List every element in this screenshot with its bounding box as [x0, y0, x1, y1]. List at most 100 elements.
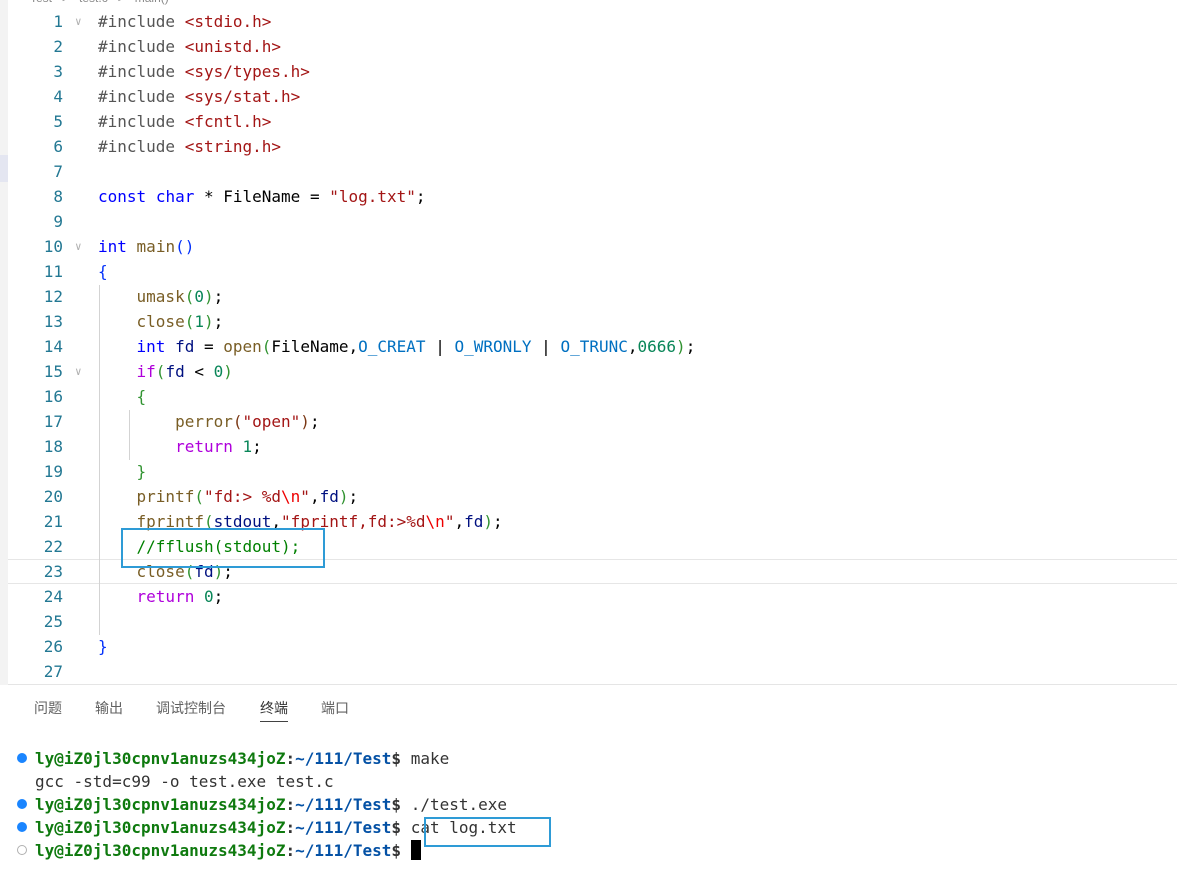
- code-token: <string.h>: [184, 137, 282, 156]
- code-line[interactable]: 10 ∨ int main(): [8, 234, 1177, 259]
- code-text: #include <sys/stat.h>: [98, 84, 300, 109]
- fold-chevron-icon[interactable]: ∨: [75, 234, 87, 259]
- code-token: 1: [242, 437, 253, 456]
- code-editor[interactable]: Test>test.c>main() 1∨#include <stdio.h>2…: [8, 0, 1177, 684]
- line-number: 14: [43, 337, 63, 356]
- panel-tab[interactable]: 问题: [34, 697, 62, 721]
- code-token: ;: [685, 337, 696, 356]
- line-number: 5: [53, 112, 63, 131]
- code-token: ): [676, 337, 686, 356]
- terminal-line-text: ly@iZ0jl30cpnv1anuzs434joZ:~/111/Test$ .…: [35, 793, 507, 816]
- code-token: =: [194, 337, 224, 356]
- line-number: 27: [43, 662, 63, 681]
- code-text: {: [98, 384, 147, 409]
- code-token: if: [136, 362, 156, 381]
- line-number: 7: [53, 162, 63, 181]
- panel-tab[interactable]: 输出: [95, 697, 123, 721]
- code-line[interactable]: 25: [8, 609, 1177, 634]
- code-token: #include: [98, 87, 185, 106]
- code-token: (: [194, 487, 204, 506]
- prompt-separator: :: [285, 841, 296, 860]
- code-line[interactable]: 18 return 1;: [8, 434, 1177, 459]
- fold-chevron-icon[interactable]: ∨: [75, 359, 87, 384]
- code-token: fd: [464, 512, 484, 531]
- code-line[interactable]: 17 perror("open");: [8, 409, 1177, 434]
- breadcrumb[interactable]: Test > test.c > main(): [30, 0, 179, 5]
- panel-tab[interactable]: 端口: [321, 697, 349, 721]
- code-token: open: [223, 337, 262, 356]
- command-pending-dot-icon[interactable]: [17, 845, 27, 855]
- bottom-panel: 问题 输出 调试控制台 终端 端口 ly@iZ0jl30cpnv1anuzs434joZ…: [8, 684, 1177, 891]
- line-number: 13: [43, 312, 63, 331]
- code-token: O_TRUNC: [560, 337, 628, 356]
- prompt-symbol: $: [391, 841, 411, 860]
- code-token: return: [175, 437, 233, 456]
- code-line[interactable]: 24 return 0;: [8, 584, 1177, 609]
- command-status-dot-icon[interactable]: [17, 799, 27, 809]
- code-line[interactable]: 9: [8, 209, 1177, 234]
- line-number: 11: [43, 262, 63, 281]
- code-token: (): [175, 237, 195, 256]
- panel-tab[interactable]: 终端: [260, 697, 288, 722]
- code-line[interactable]: 13 close(1);: [8, 309, 1177, 334]
- line-number: 3: [53, 62, 63, 81]
- prompt-user-host: ly@iZ0jl30cpnv1anuzs434joZ: [35, 818, 286, 837]
- breadcrumb-item[interactable]: test.c: [79, 0, 108, 5]
- code-line[interactable]: 16 {: [8, 384, 1177, 409]
- activity-strip: [0, 0, 8, 685]
- indent-guide: [129, 410, 130, 460]
- command-status-dot-icon[interactable]: [17, 822, 27, 832]
- code-text: }: [98, 459, 147, 484]
- line-number: 17: [43, 412, 63, 431]
- code-token: char: [155, 187, 195, 206]
- code-line[interactable]: 8 const char * FileName = "log.txt";: [8, 184, 1177, 209]
- code-line[interactable]: 20 printf("fd:> %d\n",fd);: [8, 484, 1177, 509]
- breadcrumb-item[interactable]: Test: [30, 0, 52, 5]
- code-text: perror("open");: [98, 409, 320, 434]
- command-status-dot-icon[interactable]: [17, 753, 27, 763]
- code-line[interactable]: 15 ∨ if(fd < 0): [8, 359, 1177, 384]
- code-line[interactable]: 2 #include <unistd.h>: [8, 34, 1177, 59]
- code-text: #include <unistd.h>: [98, 34, 281, 59]
- code-line[interactable]: 5 #include <fcntl.h>: [8, 109, 1177, 134]
- code-line[interactable]: 4 #include <sys/stat.h>: [8, 84, 1177, 109]
- prompt-separator: :: [285, 795, 296, 814]
- line-number: 23: [43, 562, 63, 581]
- code-line[interactable]: 11 {: [8, 259, 1177, 284]
- code-token: ": [300, 487, 310, 506]
- prompt-separator: :: [285, 818, 296, 837]
- terminal-line-text: ly@iZ0jl30cpnv1anuzs434joZ:~/111/Test$: [35, 839, 421, 862]
- fold-chevron-icon[interactable]: ∨: [75, 9, 87, 34]
- code-line[interactable]: 27: [8, 659, 1177, 684]
- terminal-cursor[interactable]: [410, 840, 421, 860]
- code-line[interactable]: 1 ∨ #include <stdio.h>: [8, 9, 1177, 34]
- prompt-user-host: ly@iZ0jl30cpnv1anuzs434joZ: [35, 795, 286, 814]
- activity-strip-marker: [0, 155, 8, 182]
- line-number: 15: [43, 362, 63, 381]
- prompt-symbol: $: [391, 795, 411, 814]
- code-line[interactable]: 7: [8, 159, 1177, 184]
- code-token: <fcntl.h>: [184, 112, 272, 131]
- breadcrumb-item[interactable]: main(): [135, 0, 169, 5]
- line-number: 18: [43, 437, 63, 456]
- code-token: <stdio.h>: [184, 12, 272, 31]
- code-token: ;: [309, 412, 320, 431]
- code-line[interactable]: 3 #include <sys/types.h>: [8, 59, 1177, 84]
- panel-tab[interactable]: 调试控制台: [156, 697, 226, 721]
- code-line[interactable]: 26}: [8, 634, 1177, 659]
- line-number: 8: [53, 187, 63, 206]
- code-line[interactable]: 14 int fd = open(FileName,O_CREAT | O_WR…: [8, 334, 1177, 359]
- code-token: FileName,: [271, 337, 359, 356]
- terminal-command: ./test.exe: [410, 795, 508, 814]
- code-line[interactable]: 19 }: [8, 459, 1177, 484]
- code-line[interactable]: 12 umask(0);: [8, 284, 1177, 309]
- code-text: #include <string.h>: [98, 134, 281, 159]
- code-token: ,: [309, 487, 320, 506]
- code-line[interactable]: 6 #include <string.h>: [8, 134, 1177, 159]
